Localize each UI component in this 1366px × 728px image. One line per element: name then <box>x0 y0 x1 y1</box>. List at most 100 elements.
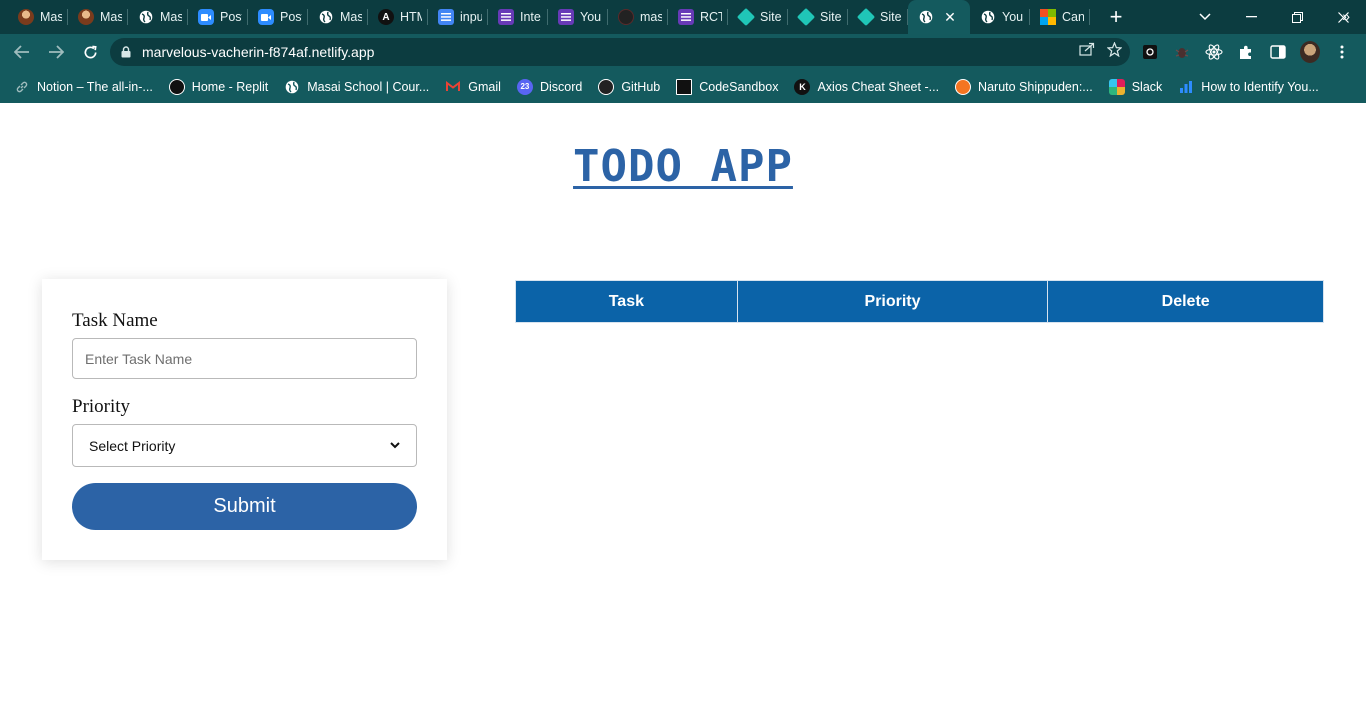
bookmark-label: CodeSandbox <box>699 79 779 94</box>
tab-title: inpu <box>460 10 482 24</box>
column-header-task: Task <box>515 280 738 323</box>
browser-tab[interactable]: Site <box>848 0 908 34</box>
browser-tab[interactable]: Site <box>728 0 788 34</box>
zoom-icon <box>258 9 274 25</box>
minimize-button[interactable] <box>1228 0 1274 34</box>
globe-icon <box>918 9 934 25</box>
side-panel-icon[interactable] <box>1268 42 1288 62</box>
tab-title: HTM <box>400 10 422 24</box>
bookmark-label: GitHub <box>621 79 661 94</box>
bookmark-label: Notion – The all-in-... <box>37 79 153 94</box>
extensions-area <box>1140 34 1352 70</box>
extension-bug-icon[interactable] <box>1172 42 1192 62</box>
forms-icon <box>498 9 514 25</box>
profile-avatar-icon <box>1300 41 1320 63</box>
tab-title: RCT <box>700 10 722 24</box>
tab-title: mas <box>640 10 662 24</box>
bookmark-item[interactable]: Slack <box>1108 78 1163 95</box>
forward-button[interactable] <box>40 36 72 68</box>
masai-icon <box>18 9 34 25</box>
k-icon: K <box>794 78 811 95</box>
menu-kebab-icon[interactable] <box>1332 42 1352 62</box>
restore-button[interactable] <box>1274 0 1320 34</box>
bookmark-item[interactable]: How to Identify You... <box>1178 79 1319 95</box>
slack-icon <box>1108 78 1125 95</box>
github-icon <box>618 9 634 25</box>
bookmark-label: How to Identify You... <box>1201 79 1319 94</box>
bookmarks-overflow-icon[interactable]: » <box>1342 8 1350 24</box>
task-name-label: Task Name <box>72 310 158 331</box>
close-icon[interactable]: ✕ <box>942 9 958 25</box>
bookmark-item[interactable]: 23 Discord <box>516 78 582 95</box>
microsoft-icon <box>1040 9 1056 25</box>
tab-title: Post <box>220 10 242 24</box>
bookmark-item[interactable]: Naruto Shippuden:... <box>955 78 1093 95</box>
browser-tab[interactable]: You <box>970 0 1030 34</box>
browser-tab[interactable]: Can <box>1030 0 1090 34</box>
new-tab-button[interactable]: + <box>1102 3 1130 31</box>
tab-title: Mas <box>100 10 122 24</box>
zoom-icon <box>198 9 214 25</box>
share-icon[interactable] <box>1079 42 1095 60</box>
lock-icon <box>120 46 132 58</box>
browser-tab[interactable]: A HTM <box>368 0 428 34</box>
address-bar[interactable]: marvelous-vacherin-f874af.netlify.app <box>110 38 1130 66</box>
react-devtools-icon[interactable] <box>1204 42 1224 62</box>
tab-title: Mas <box>40 10 62 24</box>
task-name-input[interactable] <box>72 338 417 379</box>
browser-tab[interactable]: ✕ <box>908 0 970 34</box>
avatar[interactable] <box>1300 41 1320 63</box>
tab-title: You <box>1002 10 1024 24</box>
back-button[interactable] <box>6 36 38 68</box>
netlify-icon <box>856 7 876 27</box>
browser-tab[interactable]: mas <box>608 0 668 34</box>
page-content: TODO APP Task Name Priority Select Prior… <box>0 103 1366 728</box>
browser-tab[interactable]: Mas <box>308 0 368 34</box>
priority-select[interactable]: Select Priority <box>72 424 417 467</box>
browser-tab[interactable]: Mas <box>8 0 68 34</box>
extension-dark-icon[interactable] <box>1140 42 1160 62</box>
browser-tab-strip: Mas Mas Mas Post Post Mas A HTM inpu Inte You mas RC… <box>0 0 1366 34</box>
column-header-delete: Delete <box>1047 280 1324 323</box>
tab-title: Mas <box>340 10 362 24</box>
browser-tab[interactable]: Mas <box>68 0 128 34</box>
reload-icon <box>84 45 97 58</box>
puzzle-icon[interactable] <box>1236 42 1256 62</box>
tab-list: Mas Mas Mas Post Post Mas A HTM inpu Inte You mas RC… <box>0 0 1090 34</box>
browser-tab[interactable]: RCT <box>668 0 728 34</box>
browser-tab[interactable]: You <box>548 0 608 34</box>
url-text: marvelous-vacherin-f874af.netlify.app <box>142 44 375 60</box>
tab-title: Mas <box>160 10 182 24</box>
bookmark-item[interactable]: CodeSandbox <box>676 78 779 95</box>
browser-tab[interactable]: Site <box>788 0 848 34</box>
bookmark-star-icon[interactable] <box>1106 41 1123 60</box>
tab-search-icon[interactable] <box>1182 0 1228 34</box>
bookmark-item[interactable]: Notion – The all-in-... <box>14 79 153 95</box>
globe-icon <box>138 9 154 25</box>
browser-tab[interactable]: Post <box>188 0 248 34</box>
bookmark-item[interactable]: GitHub <box>598 78 661 95</box>
tab-title: You <box>580 10 602 24</box>
browser-tab[interactable]: Mas <box>128 0 188 34</box>
submit-button[interactable]: Submit <box>72 483 417 530</box>
codesandbox-icon <box>676 78 693 95</box>
priority-selected-value: Select Priority <box>89 437 176 454</box>
bookmark-label: Slack <box>1131 79 1163 94</box>
bookmark-label: Axios Cheat Sheet -... <box>817 79 940 94</box>
browser-tab[interactable]: inpu <box>428 0 488 34</box>
browser-tab[interactable]: Inte <box>488 0 548 34</box>
chart-icon <box>1178 79 1194 95</box>
angular-icon: A <box>378 9 394 25</box>
bookmark-item[interactable]: Home - Replit <box>168 78 268 95</box>
netlify-icon <box>736 7 756 27</box>
tab-title: Can <box>1062 10 1084 24</box>
replit-icon <box>168 78 185 95</box>
globe-icon <box>318 9 334 25</box>
browser-tab[interactable]: Post <box>248 0 308 34</box>
bookmark-item[interactable]: Gmail <box>445 79 501 95</box>
bookmark-item[interactable]: K Axios Cheat Sheet -... <box>794 78 940 95</box>
reload-button[interactable] <box>74 36 106 68</box>
bookmark-item[interactable]: Masai School | Cour... <box>284 79 429 95</box>
github-icon <box>598 78 615 95</box>
chevron-down-icon <box>390 441 400 451</box>
